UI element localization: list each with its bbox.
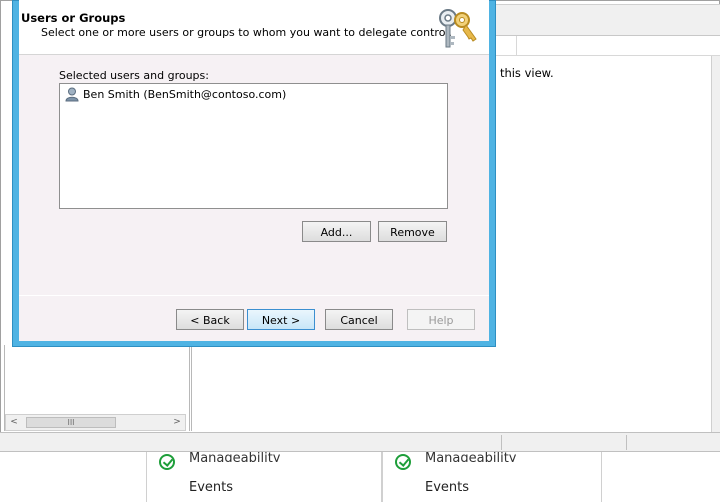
background-column-header xyxy=(490,36,720,56)
status-divider xyxy=(501,435,502,450)
cancel-button[interactable]: Cancel xyxy=(325,309,393,330)
selected-users-label: Selected users and groups: xyxy=(59,69,209,82)
scroll-thumb[interactable]: III xyxy=(26,417,116,428)
status-divider xyxy=(626,435,627,450)
footer-separator xyxy=(19,295,489,296)
server-tile: Manageability Events xyxy=(382,452,602,502)
keys-icon xyxy=(439,9,477,48)
list-item[interactable]: Ben Smith (BenSmith@contoso.com) xyxy=(65,86,286,102)
scroll-left-arrow[interactable]: < xyxy=(6,415,22,430)
check-circle-icon xyxy=(395,454,411,470)
scroll-right-arrow[interactable]: > xyxy=(169,415,185,430)
check-circle-icon xyxy=(159,454,175,470)
horizontal-scrollbar[interactable]: < III > xyxy=(5,414,186,431)
tile-heading: Manageability xyxy=(425,452,517,462)
page-subtitle: Select one or more users or groups to wh… xyxy=(41,26,452,39)
add-button[interactable]: Add... xyxy=(302,221,371,242)
page-title: Users or Groups xyxy=(21,11,126,25)
tile-item-events[interactable]: Events xyxy=(189,480,233,495)
help-button[interactable]: Help xyxy=(407,309,475,330)
background-right-edge xyxy=(711,56,720,432)
background-toolbar xyxy=(490,4,720,36)
user-icon xyxy=(65,87,79,101)
next-button[interactable]: Next > xyxy=(247,309,315,330)
tile-heading: Manageability xyxy=(189,452,281,462)
column-divider xyxy=(516,36,517,56)
remove-button[interactable]: Remove xyxy=(378,221,447,242)
background-view-text: n this view. xyxy=(489,66,554,80)
list-item-label: Ben Smith (BenSmith@contoso.com) xyxy=(83,87,287,101)
tile-item-events[interactable]: Events xyxy=(425,480,469,495)
server-tile: Manageability Events xyxy=(146,452,382,502)
details-pane xyxy=(191,345,711,431)
status-bar xyxy=(0,432,720,452)
back-button[interactable]: < Back xyxy=(176,309,244,330)
